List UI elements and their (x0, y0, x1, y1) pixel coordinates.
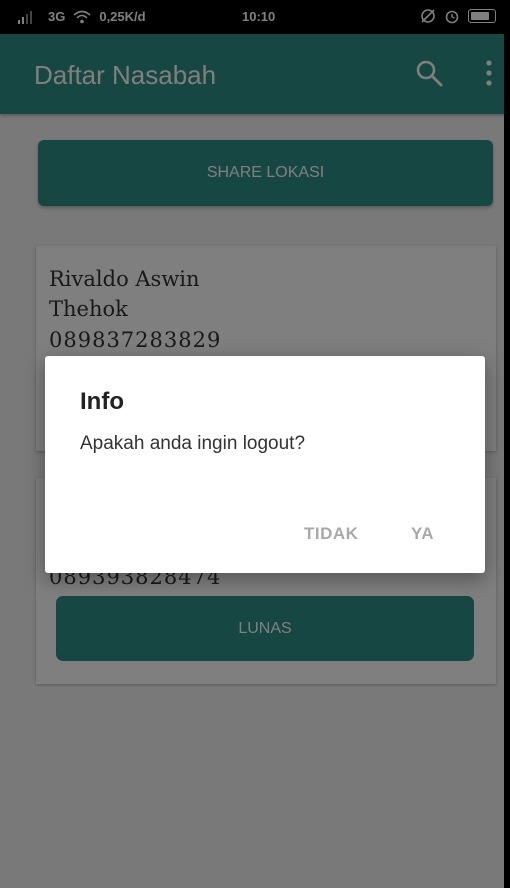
confirm-button[interactable]: YA (411, 524, 434, 544)
dialog-title: Info (80, 388, 124, 415)
screen-edge (504, 0, 510, 888)
app-screen: 3G 0,25K/d 10:10 Daftar Nasabah (0, 0, 510, 888)
logout-dialog: Info Apakah anda ingin logout? TIDAK YA (45, 356, 485, 573)
cancel-button[interactable]: TIDAK (304, 524, 358, 544)
dialog-message: Apakah anda ingin logout? (80, 433, 306, 454)
